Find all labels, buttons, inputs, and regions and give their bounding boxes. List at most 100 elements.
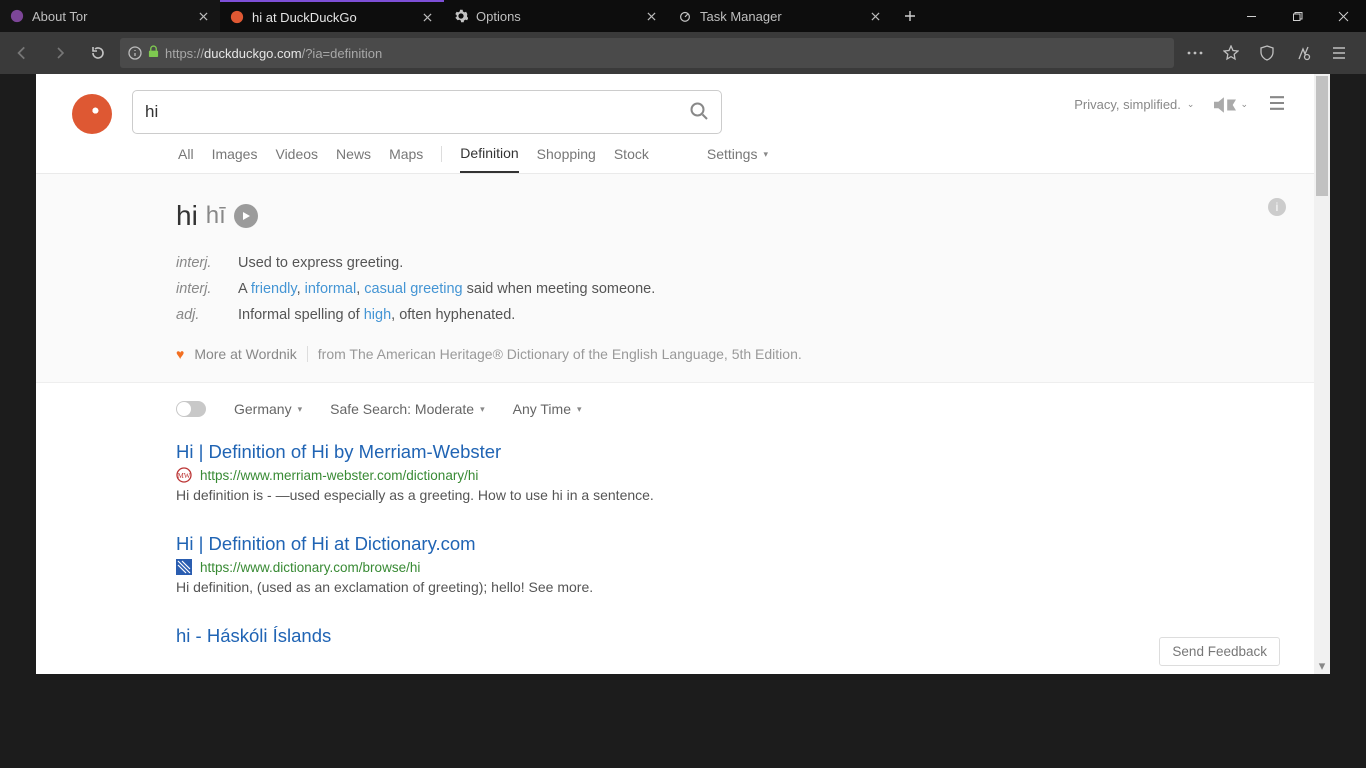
- tab-label: Task Manager: [700, 9, 860, 24]
- heart-icon: ♥: [176, 346, 184, 362]
- toolbar-right: [1180, 38, 1360, 68]
- tab-label: Options: [476, 9, 636, 24]
- nav-definition[interactable]: Definition: [460, 145, 518, 173]
- definition-row: interj. Used to express greeting.: [176, 250, 1314, 276]
- send-feedback-button[interactable]: Send Feedback: [1159, 637, 1280, 666]
- definition-link[interactable]: friendly: [251, 281, 297, 297]
- definition-text: A friendly, informal, casual greeting sa…: [238, 276, 655, 302]
- definition-text: Informal spelling of high, often hyphena…: [238, 302, 515, 328]
- chevron-down-icon: ▾: [577, 404, 582, 415]
- definition-rows: interj. Used to express greeting. interj. A…: [176, 250, 1314, 328]
- more-wordnik-link[interactable]: More at Wordnik: [194, 346, 296, 362]
- word: hi: [176, 200, 198, 232]
- page-actions-icon[interactable]: [1180, 38, 1210, 68]
- restore-button[interactable]: [1274, 0, 1320, 32]
- definition-link[interactable]: informal: [305, 281, 357, 297]
- nav-images[interactable]: Images: [212, 146, 258, 172]
- ddg-logo[interactable]: [72, 94, 112, 134]
- gear-icon: [454, 9, 468, 23]
- time-label: Any Time: [513, 401, 571, 417]
- tab-about-tor[interactable]: About Tor: [0, 0, 220, 32]
- tab-ddg[interactable]: hi at DuckDuckGo: [220, 0, 444, 32]
- definition-text: Used to express greeting.: [238, 250, 403, 276]
- part-of-speech: interj.: [176, 250, 218, 276]
- result-title[interactable]: Hi | Definition of Hi at Dictionary.com: [176, 533, 776, 555]
- minimize-button[interactable]: [1228, 0, 1274, 32]
- favicon-icon: MW: [176, 467, 192, 483]
- url-text: https://duckduckgo.com/?ia=definition: [165, 46, 382, 61]
- close-icon[interactable]: [868, 9, 882, 23]
- result-snippet: Hi definition is - —used especially as a…: [176, 487, 776, 503]
- browser-tabstrip: About Tor hi at DuckDuckGo Options Task …: [0, 0, 1366, 32]
- shield-icon[interactable]: [1252, 38, 1282, 68]
- time-dropdown[interactable]: Any Time ▾: [513, 401, 582, 417]
- app-menu-icon[interactable]: [1324, 38, 1354, 68]
- tab-task-manager[interactable]: Task Manager: [668, 0, 892, 32]
- nav-shopping[interactable]: Shopping: [537, 146, 596, 172]
- tor-circuit-icon[interactable]: [1288, 38, 1318, 68]
- nav-all[interactable]: All: [178, 146, 194, 172]
- definition-link[interactable]: high: [364, 307, 391, 323]
- promote-dropdown[interactable]: ⌄: [1214, 97, 1248, 113]
- tab-label: hi at DuckDuckGo: [252, 10, 412, 25]
- back-button[interactable]: [6, 37, 38, 69]
- settings-dropdown[interactable]: Settings ▾: [707, 146, 768, 172]
- nav-stock[interactable]: Stock: [614, 146, 649, 172]
- ddg-menu-icon[interactable]: [1268, 96, 1286, 113]
- region-dropdown[interactable]: Germany ▾: [234, 401, 302, 417]
- favicon-icon: [176, 559, 192, 575]
- search-icon[interactable]: [689, 101, 709, 124]
- close-icon[interactable]: [420, 10, 434, 24]
- part-of-speech: interj.: [176, 276, 218, 302]
- safesearch-label: Safe Search: Moderate: [330, 401, 474, 417]
- result-title[interactable]: Hi | Definition of Hi by Merriam-Webster: [176, 441, 776, 463]
- result-url[interactable]: https://www.merriam-webster.com/dictiona…: [200, 468, 478, 483]
- result-snippet: Hi definition, (used as an exclamation o…: [176, 579, 776, 595]
- close-icon[interactable]: [644, 9, 658, 23]
- definition-link[interactable]: casual greeting: [364, 281, 462, 297]
- safesearch-dropdown[interactable]: Safe Search: Moderate ▾: [330, 401, 485, 417]
- page-content: Privacy, simplified. ⌄ ⌄ All Images Vide…: [36, 74, 1314, 674]
- result-url[interactable]: https://www.dictionary.com/browse/hi: [200, 560, 420, 575]
- definition-source: ♥ More at Wordnik from The American Heri…: [176, 346, 1314, 362]
- scroll-down-icon[interactable]: ▾: [1314, 658, 1330, 674]
- close-icon[interactable]: [196, 9, 210, 23]
- definition-title: hi hī: [176, 200, 1314, 232]
- window-controls: [1228, 0, 1366, 32]
- definition-block: i hi hī interj. Used to express greeting.…: [36, 174, 1314, 383]
- play-audio-button[interactable]: [234, 204, 258, 228]
- url-bar[interactable]: https://duckduckgo.com/?ia=definition: [120, 38, 1174, 68]
- tab-options[interactable]: Options: [444, 0, 668, 32]
- part-of-speech: adj.: [176, 302, 218, 328]
- settings-label: Settings: [707, 146, 758, 162]
- site-identity[interactable]: [128, 46, 142, 60]
- reload-button[interactable]: [82, 37, 114, 69]
- forward-button[interactable]: [44, 37, 76, 69]
- definition-row: adj. Informal spelling of high, often hyp…: [176, 302, 1314, 328]
- category-nav: All Images Videos News Maps Definition S…: [178, 145, 768, 173]
- privacy-dropdown[interactable]: Privacy, simplified. ⌄: [1074, 97, 1194, 112]
- definition-row: interj. A friendly, informal, casual gree…: [176, 276, 1314, 302]
- vertical-scrollbar[interactable]: ▴ ▾: [1314, 74, 1330, 674]
- nav-news[interactable]: News: [336, 146, 371, 172]
- close-window-button[interactable]: [1320, 0, 1366, 32]
- chevron-down-icon: ▾: [480, 404, 485, 415]
- pronunciation: hī: [206, 202, 226, 230]
- chevron-down-icon: ⌄: [1187, 99, 1195, 110]
- search-input[interactable]: [145, 102, 681, 122]
- nav-maps[interactable]: Maps: [389, 146, 423, 172]
- search-result: hi - Háskóli Íslands: [176, 625, 776, 647]
- result-title[interactable]: hi - Háskóli Íslands: [176, 625, 776, 647]
- region-toggle[interactable]: [176, 401, 206, 417]
- newtab-button[interactable]: [892, 0, 928, 32]
- bookmark-icon[interactable]: [1216, 38, 1246, 68]
- ddg-header-right: Privacy, simplified. ⌄ ⌄: [1074, 96, 1286, 113]
- nav-videos[interactable]: Videos: [275, 146, 318, 172]
- search-box[interactable]: [132, 90, 722, 134]
- scroll-thumb[interactable]: [1316, 76, 1328, 196]
- search-results: Hi | Definition of Hi by Merriam-Webster…: [36, 429, 776, 647]
- chevron-down-icon: ⌄: [1240, 99, 1248, 110]
- info-icon[interactable]: i: [1268, 198, 1286, 216]
- region-label: Germany: [234, 401, 292, 417]
- page-viewport: Privacy, simplified. ⌄ ⌄ All Images Vide…: [36, 74, 1330, 674]
